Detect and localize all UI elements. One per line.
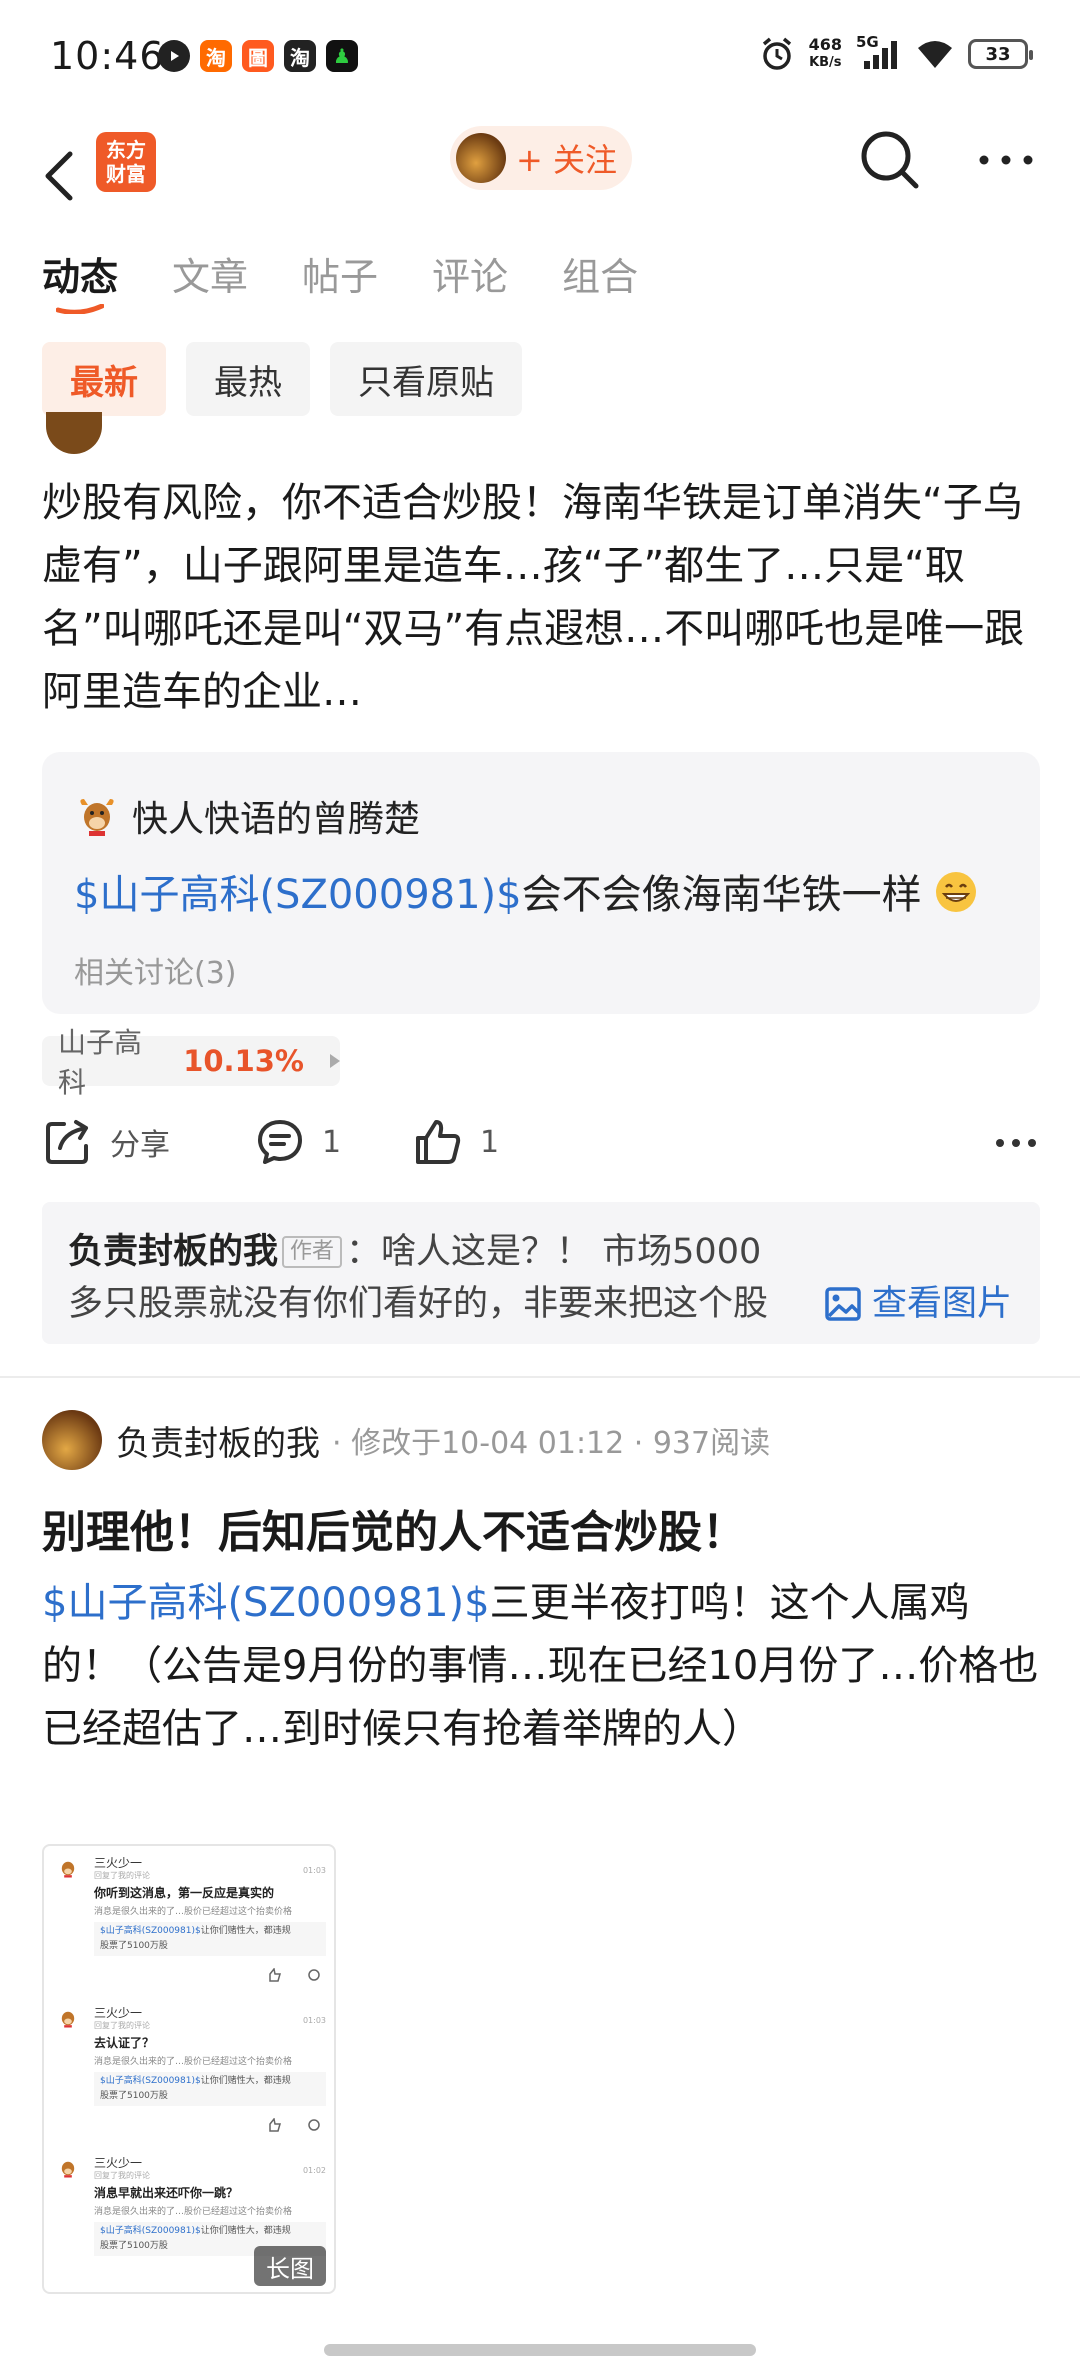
post-actions: 分享 1 1	[42, 1116, 1038, 1180]
follow-button[interactable]: + 关注	[450, 126, 632, 190]
app-header: 东方 财富 + 关注	[0, 118, 1080, 258]
reply-line-1: 负责封板的我 作者 ：啥人这是？！ 市场5000	[68, 1226, 1014, 1278]
thumbs-up-icon	[416, 1120, 461, 1164]
home-indicator[interactable]	[324, 2344, 756, 2356]
post-divider	[0, 1376, 1080, 1378]
chevron-right-icon	[330, 1054, 340, 1068]
tab-dynamic[interactable]: 动态	[42, 246, 118, 314]
net-speed: 468 KB/s	[808, 35, 842, 71]
like-button[interactable]: 1	[412, 1116, 499, 1168]
view-image-button[interactable]: 查看图片	[824, 1278, 1012, 1330]
quoted-post-card[interactable]: 快人快语的曾腾楚 $山子高科(SZ000981)$会不会像海南华铁一样 相关讨论…	[42, 752, 1040, 1014]
post-image-thumbnail[interactable]: 三火少一 回复了我的评论 01:03 你听到这消息，第一反应是真实的 消息是很久…	[42, 1844, 336, 2294]
filter-latest[interactable]: 最新	[42, 342, 166, 416]
partial-avatar	[46, 412, 102, 454]
app2-icon: 圖	[242, 40, 274, 72]
ox-avatar-icon	[80, 799, 114, 836]
post-body[interactable]: 炒股有风险，你不适合炒股！海南华铁是订单消失“子乌虚有”，山子跟阿里是造车…孩“…	[42, 472, 1042, 724]
post-body[interactable]: $山子高科(SZ000981)$三更半夜打鸣！这个人属鸡的！（公告是9月份的事情…	[42, 1572, 1042, 1761]
ox-avatar-icon	[61, 2011, 75, 2028]
share-button[interactable]: 分享	[42, 1116, 170, 1168]
author-avatar[interactable]	[42, 1410, 102, 1470]
wifi-icon	[918, 41, 952, 68]
comment-button[interactable]: 1	[254, 1116, 341, 1168]
post-header: 负责封板的我 · 修改于10-04 01:12 · 937阅读	[42, 1408, 770, 1472]
stock-name: 山子高科	[58, 1026, 143, 1099]
tab-comments[interactable]: 评论	[432, 246, 508, 301]
post-meta: · 修改于10-04 01:12 · 937阅读	[332, 1426, 771, 1461]
taobao-alt-icon: 淘	[284, 40, 316, 72]
quoted-author: 快人快语的曾腾楚	[76, 790, 420, 842]
back-arrow-icon[interactable]	[40, 134, 80, 214]
quoted-author-name[interactable]: 快人快语的曾腾楚	[132, 790, 420, 842]
tab-underline	[56, 304, 104, 314]
related-discussions[interactable]: 相关讨论(3)	[74, 948, 237, 992]
play-icon	[158, 40, 190, 72]
stock-link[interactable]: $山子高科(SZ000981)$	[74, 872, 522, 918]
stock-change: 10.13%	[183, 1044, 304, 1078]
author-badge: 作者	[282, 1236, 343, 1268]
long-image-badge: 长图	[254, 2246, 326, 2286]
quoted-body: $山子高科(SZ000981)$会不会像海南华铁一样	[74, 862, 978, 920]
comment-icon	[258, 1120, 302, 1164]
filter-hottest[interactable]: 最热	[186, 342, 310, 416]
more-icon[interactable]	[976, 150, 1036, 170]
quoted-text: 会不会像海南华铁一样	[521, 872, 922, 918]
reply-preview[interactable]: 负责封板的我 作者 ：啥人这是？！ 市场5000 多只股票就没有你们看好的，非要来把…	[42, 1202, 1040, 1344]
stock-chip[interactable]: 山子高科 10.13%	[42, 1026, 340, 1099]
user-avatar	[456, 133, 506, 183]
stock-link[interactable]: $山子高科(SZ000981)$	[42, 1580, 490, 1626]
app4-icon: ♟	[326, 40, 358, 72]
signal-icon: 5G	[856, 33, 902, 71]
battery-indicator: 33	[968, 39, 1033, 69]
reply-author[interactable]: 负责封板的我	[68, 1232, 278, 1272]
taobao-icon: 淘	[200, 40, 232, 72]
post-title[interactable]: 别理他！后知后觉的人不适合炒股！	[42, 1496, 746, 1560]
tab-portfolio[interactable]: 组合	[562, 246, 638, 301]
more-options-icon[interactable]	[994, 1136, 1038, 1150]
ox-avatar-icon	[61, 2161, 75, 2178]
filter-bar: 最新 最热 只看原贴	[42, 342, 522, 416]
alarm-icon	[762, 37, 791, 70]
status-bar: 10:46 淘 圖 淘 ♟ 468 KB/s 5G 33	[0, 0, 1080, 118]
author-name[interactable]: 负责封板的我	[116, 1416, 320, 1465]
tab-articles[interactable]: 文章	[172, 246, 248, 301]
reply-text-1: ：啥人这是？！ 市场5000	[346, 1232, 762, 1272]
message-actions-icon	[269, 2118, 320, 2132]
tab-posts[interactable]: 帖子	[302, 246, 378, 301]
follow-label: + 关注	[516, 141, 617, 179]
share-icon	[46, 1120, 88, 1164]
status-right: 468 KB/s 5G 33	[759, 33, 1033, 72]
grin-emoji-icon	[936, 872, 977, 912]
status-app-icons: 淘 圖 淘 ♟	[158, 40, 358, 72]
filter-original-only[interactable]: 只看原贴	[330, 342, 522, 416]
search-icon[interactable]	[858, 128, 922, 192]
status-time: 10:46	[50, 34, 165, 78]
image-icon	[825, 1287, 861, 1321]
message-actions-icon	[269, 1968, 320, 1982]
ox-avatar-icon	[61, 1861, 75, 1878]
app-logo[interactable]: 东方 财富	[96, 132, 156, 192]
tab-bar: 动态 文章 帖子 评论 组合	[42, 246, 638, 314]
